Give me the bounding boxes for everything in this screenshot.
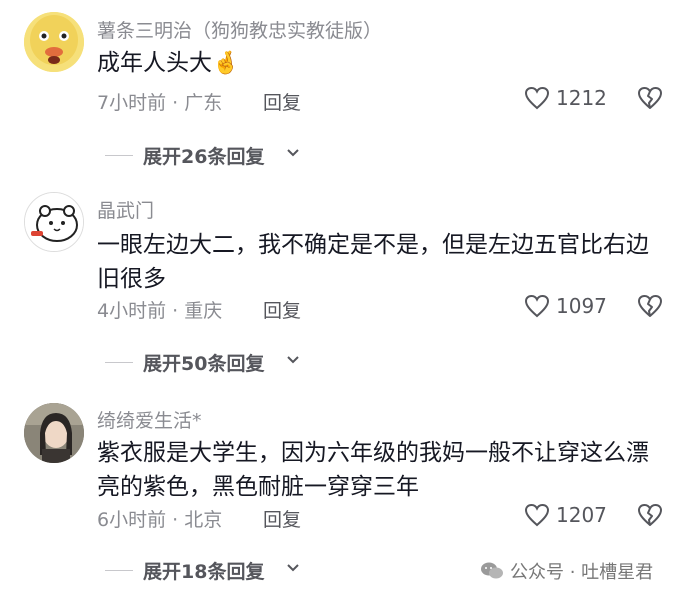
comment-text-body: 成年人头大 [97,50,212,76]
username[interactable]: 晶武门 [97,196,154,223]
dislike-button[interactable] [637,86,663,114]
like-count: 1097 [556,294,607,318]
dislike-button[interactable] [637,294,663,322]
expand-replies-label[interactable]: 展开18条回复 [143,557,264,584]
username[interactable]: 薯条三明治（狗狗教忠实教徒版） [97,16,382,43]
comment-text: 成年人头大🤞 [97,46,667,81]
expand-replies[interactable]: 展开26条回复 [0,140,690,170]
chevron-down-icon [287,564,299,572]
like-button[interactable]: 1097 [524,294,607,318]
watermark-text: 公众号 · 吐槽星君 [510,562,654,583]
timestamp-location: 4小时前 · 重庆 [97,300,223,322]
avatar[interactable] [24,12,84,72]
chevron-down-icon [287,356,299,364]
comment-text: 一眼左边大二，我不确定是不是，但是左边五官比右边旧很多 [97,232,649,292]
profile-photo-avatar-icon [24,403,84,463]
duck-avatar-icon [24,12,84,72]
heart-icon [524,86,550,110]
broken-heart-icon [638,295,662,317]
reply-button[interactable]: 回复 [263,296,301,323]
timestamp-location: 6小时前 · 北京 [97,509,223,531]
like-count: 1207 [556,503,607,527]
comment-text: 紫衣服是大学生，因为六年级的我妈一般不让穿这么漂亮的紫色，黑色耐脏一穿穿三年 [97,440,649,500]
like-button[interactable]: 1212 [524,86,607,110]
cartoon-bear-avatar-icon [25,193,83,251]
divider-line [105,155,133,156]
heart-icon [524,503,550,527]
chevron-down-icon [287,149,299,157]
expand-replies-label[interactable]: 展开26条回复 [143,142,264,169]
heart-icon [524,294,550,318]
dislike-button[interactable] [637,503,663,531]
reply-button[interactable]: 回复 [263,505,301,532]
like-count: 1212 [556,86,607,110]
broken-heart-icon [638,504,662,526]
divider-line [105,362,133,363]
expand-replies-label[interactable]: 展开50条回复 [143,349,264,376]
wechat-icon [481,562,503,579]
divider-line [105,570,133,571]
crossed-fingers-emoji: 🤞 [212,51,240,76]
username[interactable]: 绮绮爱生活* [97,406,202,433]
avatar[interactable] [24,403,84,463]
broken-heart-icon [638,87,662,109]
watermark: 公众号 · 吐槽星君 [480,558,653,584]
avatar[interactable] [24,192,84,252]
like-button[interactable]: 1207 [524,503,607,527]
timestamp-location: 7小时前 · 广东 [97,92,223,114]
expand-replies[interactable]: 展开50条回复 [0,347,690,377]
reply-button[interactable]: 回复 [263,88,301,115]
